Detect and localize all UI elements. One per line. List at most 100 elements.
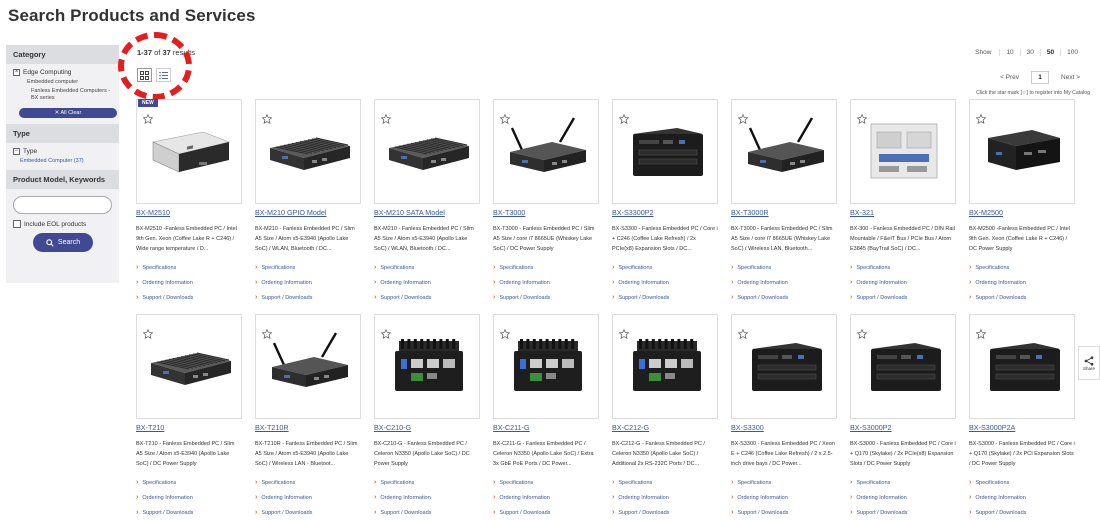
eol-checkbox[interactable] (13, 220, 21, 228)
product-model-link[interactable]: BX-C210-G (374, 423, 480, 432)
support-downloads-link[interactable]: › Support / Downloads (493, 505, 599, 520)
category-sub-item[interactable]: Embedded computer (27, 79, 112, 85)
product-model-link[interactable]: BX-T3000R (731, 208, 837, 217)
category-edge-computing[interactable]: × Edge Computing (13, 69, 112, 76)
product-image-box[interactable] (493, 314, 599, 419)
product-image-box[interactable] (255, 314, 361, 419)
all-clear-button[interactable]: ✕ All Clear (19, 108, 117, 118)
show-option-30[interactable]: 30 (1019, 49, 1040, 56)
product-model-link[interactable]: BX-M210 SATA Model (374, 208, 480, 217)
support-downloads-link[interactable]: › Support / Downloads (850, 505, 956, 520)
specifications-link[interactable]: › Specifications (612, 475, 718, 490)
product-image-box[interactable] (374, 314, 480, 419)
product-image-box[interactable] (850, 99, 956, 204)
ordering-information-link[interactable]: › Ordering Information (493, 275, 599, 290)
specifications-link[interactable]: › Specifications (374, 475, 480, 490)
product-model-link[interactable]: BX-S3300 (731, 423, 837, 432)
star-icon[interactable] (143, 114, 153, 124)
list-view-button[interactable] (156, 68, 171, 82)
support-downloads-link[interactable]: › Support / Downloads (374, 505, 480, 520)
type-link-embedded-computer[interactable]: Embedded Computer (37) (20, 158, 112, 164)
grid-view-button[interactable] (137, 68, 152, 82)
specifications-link[interactable]: › Specifications (136, 260, 242, 275)
show-option-10[interactable]: 10 (999, 49, 1019, 56)
product-model-link[interactable]: BX-T3000 (493, 208, 599, 217)
support-downloads-link[interactable]: › Support / Downloads (731, 505, 837, 520)
product-model-link[interactable]: BX-M2500 (969, 208, 1075, 217)
product-model-link[interactable]: BX-M2510 (136, 208, 242, 217)
star-icon[interactable] (857, 329, 867, 339)
specifications-link[interactable]: › Specifications (612, 260, 718, 275)
product-model-link[interactable]: BX-321 (850, 208, 956, 217)
product-image-box[interactable] (731, 99, 837, 204)
collapse-icon[interactable]: − (13, 148, 20, 155)
specifications-link[interactable]: › Specifications (731, 260, 837, 275)
support-downloads-link[interactable]: › Support / Downloads (136, 290, 242, 305)
ordering-information-link[interactable]: › Ordering Information (374, 275, 480, 290)
ordering-information-link[interactable]: › Ordering Information (612, 275, 718, 290)
star-icon[interactable] (976, 329, 986, 339)
product-model-link[interactable]: BX-C212-G (612, 423, 718, 432)
specifications-link[interactable]: › Specifications (850, 260, 956, 275)
support-downloads-link[interactable]: › Support / Downloads (493, 290, 599, 305)
support-downloads-link[interactable]: › Support / Downloads (612, 505, 718, 520)
star-icon[interactable] (262, 114, 272, 124)
product-image-box[interactable] (731, 314, 837, 419)
checkbox-checked[interactable]: × (13, 69, 20, 76)
specifications-link[interactable]: › Specifications (969, 260, 1075, 275)
specifications-link[interactable]: › Specifications (493, 260, 599, 275)
support-downloads-link[interactable]: › Support / Downloads (255, 505, 361, 520)
specifications-link[interactable]: › Specifications (374, 260, 480, 275)
star-icon[interactable] (262, 329, 272, 339)
support-downloads-link[interactable]: › Support / Downloads (255, 290, 361, 305)
star-icon[interactable] (738, 114, 748, 124)
category-sub-sub-item[interactable]: Fanless Embedded Computers - BX series (31, 88, 112, 102)
product-image-box[interactable]: NEW (136, 99, 242, 204)
product-image-box[interactable] (374, 99, 480, 204)
star-icon[interactable] (857, 114, 867, 124)
keyword-search-input[interactable] (13, 196, 112, 214)
star-icon[interactable] (500, 329, 510, 339)
product-image-box[interactable] (969, 314, 1075, 419)
product-model-link[interactable]: BX-C211-G (493, 423, 599, 432)
star-icon[interactable] (143, 329, 153, 339)
product-model-link[interactable]: BX-S3300P2 (612, 208, 718, 217)
star-icon[interactable] (976, 114, 986, 124)
ordering-information-link[interactable]: › Ordering Information (850, 275, 956, 290)
support-downloads-link[interactable]: › Support / Downloads (374, 290, 480, 305)
star-icon[interactable] (381, 329, 391, 339)
type-toggle[interactable]: − Type (13, 148, 112, 155)
ordering-information-link[interactable]: › Ordering Information (969, 275, 1075, 290)
ordering-information-link[interactable]: › Ordering Information (136, 275, 242, 290)
star-icon[interactable] (381, 114, 391, 124)
search-button[interactable]: Search (33, 233, 93, 252)
support-downloads-link[interactable]: › Support / Downloads (850, 290, 956, 305)
product-image-box[interactable] (255, 99, 361, 204)
show-option-100[interactable]: 100 (1060, 49, 1084, 56)
specifications-link[interactable]: › Specifications (850, 475, 956, 490)
star-icon[interactable] (619, 329, 629, 339)
product-image-box[interactable] (612, 99, 718, 204)
support-downloads-link[interactable]: › Support / Downloads (969, 290, 1075, 305)
share-button[interactable]: Share (1078, 346, 1100, 380)
star-icon[interactable] (500, 114, 510, 124)
product-image-box[interactable] (612, 314, 718, 419)
ordering-information-link[interactable]: › Ordering Information (731, 275, 837, 290)
star-icon[interactable] (619, 114, 629, 124)
specifications-link[interactable]: › Specifications (136, 475, 242, 490)
specifications-link[interactable]: › Specifications (731, 475, 837, 490)
include-eol-option[interactable]: Include EOL products (13, 220, 119, 228)
support-downloads-link[interactable]: › Support / Downloads (612, 290, 718, 305)
product-image-box[interactable] (850, 314, 956, 419)
specifications-link[interactable]: › Specifications (969, 475, 1075, 490)
product-model-link[interactable]: BX-S3000P2A (969, 423, 1075, 432)
support-downloads-link[interactable]: › Support / Downloads (731, 290, 837, 305)
support-downloads-link[interactable]: › Support / Downloads (969, 505, 1075, 520)
next-page-link[interactable]: Next > (1055, 74, 1086, 81)
product-model-link[interactable]: BX-T210R (255, 423, 361, 432)
specifications-link[interactable]: › Specifications (493, 475, 599, 490)
product-image-box[interactable] (493, 99, 599, 204)
specifications-link[interactable]: › Specifications (255, 260, 361, 275)
prev-page-link[interactable]: < Prev (994, 74, 1025, 81)
specifications-link[interactable]: › Specifications (255, 475, 361, 490)
